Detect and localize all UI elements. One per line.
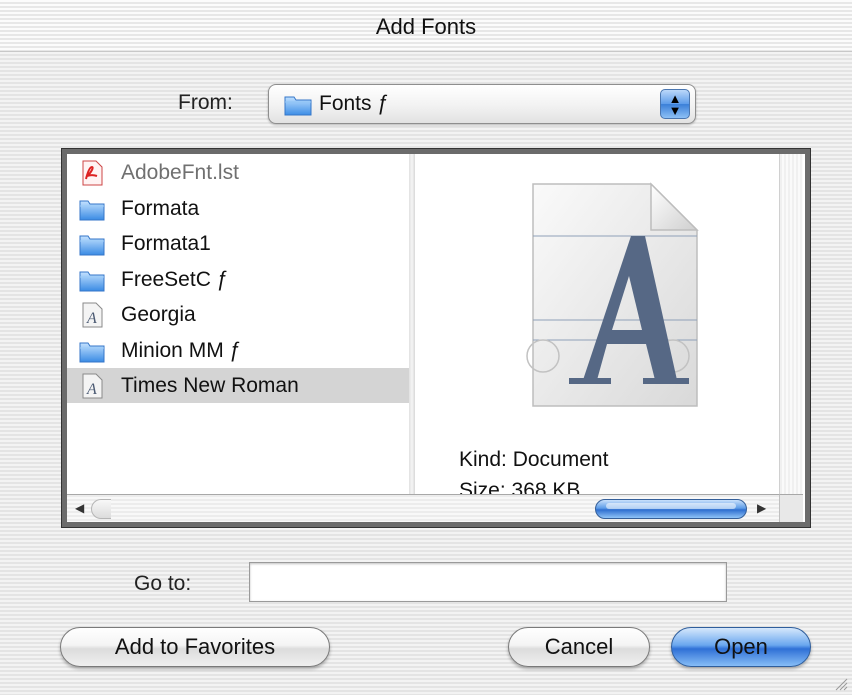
goto-input[interactable] — [249, 562, 727, 602]
file-name: FreeSetC ƒ — [121, 267, 229, 291]
folder-icon — [79, 338, 105, 364]
file-name: Times New Roman — [121, 374, 299, 397]
font-file-icon: A — [79, 302, 105, 328]
horizontal-scrollbar[interactable]: ◀ ▶ — [67, 494, 779, 522]
file-row[interactable]: Minion MM ƒ — [67, 333, 409, 368]
file-row[interactable]: Formata1 — [67, 226, 409, 261]
preview-vertical-scrollbar[interactable] — [779, 154, 803, 494]
file-column: AdobeFnt.lst Formata Formata1 FreeSetC ƒ A Ge… — [67, 154, 409, 494]
svg-text:A: A — [86, 381, 97, 398]
scroll-corner — [779, 494, 803, 522]
file-name: AdobeFnt.lst — [121, 161, 239, 184]
folder-icon — [283, 93, 313, 122]
file-name: Formata1 — [121, 232, 211, 255]
file-name: Formata — [121, 196, 200, 220]
file-browser: AdobeFnt.lst Formata Formata1 FreeSetC ƒ A Ge… — [61, 148, 811, 528]
from-popup-value: Fonts ƒ — [319, 92, 390, 115]
file-name: Minion MM ƒ — [121, 338, 242, 362]
folder-icon — [79, 231, 105, 257]
goto-label: Go to: — [134, 572, 192, 595]
file-name: Georgia — [121, 303, 196, 326]
scroll-left-arrow-icon[interactable]: ◀ — [75, 501, 84, 515]
file-row[interactable]: A Times New Roman — [67, 368, 409, 403]
file-row[interactable]: Formata — [67, 191, 409, 226]
scroll-thumb[interactable] — [595, 499, 747, 519]
title-bar: Add Fonts — [0, 0, 852, 52]
cancel-button[interactable]: Cancel — [508, 627, 650, 667]
folder-icon — [79, 267, 105, 293]
adobe-file-icon — [79, 160, 105, 186]
add-to-favorites-button[interactable]: Add to Favorites — [60, 627, 330, 667]
file-row[interactable]: FreeSetC ƒ — [67, 262, 409, 297]
scroll-right-arrow-icon[interactable]: ▶ — [757, 501, 766, 515]
window-title: Add Fonts — [375, 14, 477, 39]
svg-text:A: A — [86, 310, 97, 327]
preview-pane: Kind: Document Size: 368 KB — [415, 154, 779, 502]
font-file-icon: A — [79, 373, 105, 399]
file-row[interactable]: AdobeFnt.lst — [67, 155, 409, 190]
preview-kind: Kind: Document — [459, 448, 609, 471]
from-popup[interactable]: Fonts ƒ ▲ ▼ — [268, 84, 696, 124]
open-button[interactable]: Open — [671, 627, 811, 667]
scroll-track-cap — [91, 499, 111, 519]
file-row[interactable]: A Georgia — [67, 297, 409, 332]
from-label: From: — [178, 91, 233, 114]
folder-icon — [79, 196, 105, 222]
resize-grip-icon[interactable] — [834, 677, 848, 691]
popup-arrows-icon: ▲ ▼ — [660, 89, 690, 119]
font-document-icon — [523, 180, 703, 415]
